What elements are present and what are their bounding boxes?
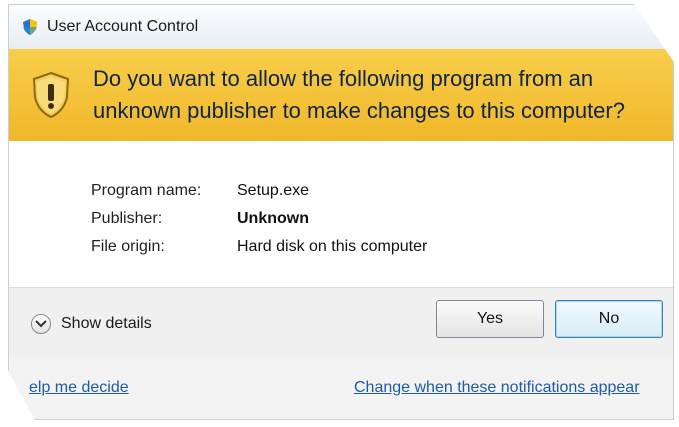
warning-banner: Do you want to allow the following progr… [9, 49, 673, 142]
program-name-label: Program name: [91, 182, 202, 199]
program-name-row: Program name: Setup.exe [91, 177, 427, 205]
help-links-bar: elp me decide Change when these notifica… [9, 357, 673, 419]
publisher-value: Unknown [237, 210, 309, 227]
consent-question: Do you want to allow the following progr… [93, 66, 625, 123]
warning-shield-icon [31, 71, 71, 119]
uac-dialog-window: User Account Control Do you want to allo… [8, 4, 674, 420]
dialog-footer: Show details Yes No [9, 287, 673, 359]
program-name-value: Setup.exe [237, 182, 310, 199]
change-notifications-link[interactable]: Change when these notifications appear [354, 379, 640, 397]
chevron-down-icon[interactable] [31, 314, 51, 334]
program-details: Program name: Setup.exe Publisher: Unkno… [9, 141, 673, 287]
no-button[interactable]: No [555, 300, 663, 338]
yes-button[interactable]: Yes [436, 300, 544, 338]
title-bar: User Account Control [9, 5, 673, 50]
uac-shield-icon [21, 18, 39, 36]
publisher-row: Publisher: Unknown [91, 205, 427, 233]
file-origin-value: Hard disk on this computer [237, 238, 428, 255]
show-details-toggle[interactable]: Show details [31, 314, 152, 334]
show-details-label[interactable]: Show details [61, 315, 152, 333]
screenshot-stage: User Account Control Do you want to allo… [0, 0, 679, 427]
file-origin-row: File origin: Hard disk on this computer [91, 233, 427, 261]
publisher-label: Publisher: [91, 210, 163, 227]
window-title: User Account Control [47, 18, 199, 35]
program-info-table: Program name: Setup.exe Publisher: Unkno… [91, 177, 427, 261]
help-me-decide-link[interactable]: elp me decide [29, 379, 129, 397]
file-origin-label: File origin: [91, 238, 165, 255]
